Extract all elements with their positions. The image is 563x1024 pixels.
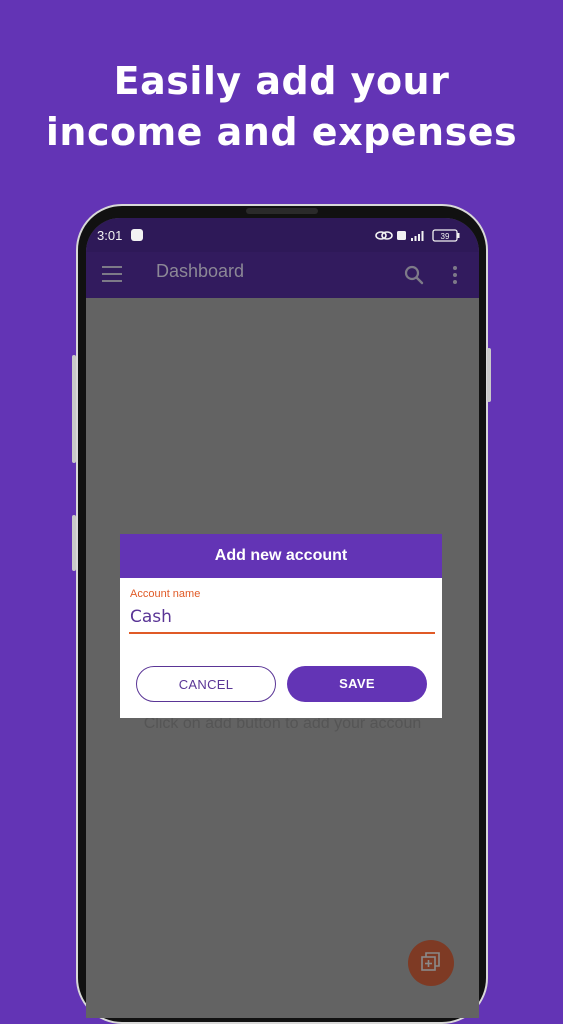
save-button[interactable]: SAVE xyxy=(287,666,427,702)
headline-line-2: income and expenses xyxy=(45,110,518,154)
more-vert-icon[interactable] xyxy=(450,264,460,286)
battery-level: 39 xyxy=(441,232,450,241)
account-name-label: Account name xyxy=(130,588,201,600)
phone-screen: 3:01 39 Dashboard Click on add button to… xyxy=(86,218,479,1018)
status-bar: 3:01 39 xyxy=(86,218,479,252)
signal-icon xyxy=(411,231,424,241)
status-time: 3:01 xyxy=(97,228,123,243)
phone-side-button xyxy=(72,355,76,463)
status-icons: 39 xyxy=(375,229,460,242)
headline-line-1: Easily add your xyxy=(113,59,450,103)
dialog-title: Add new account xyxy=(120,534,442,578)
phone-side-button xyxy=(487,348,491,402)
add-account-fab[interactable] xyxy=(408,940,454,986)
app-bar-title: Dashboard xyxy=(156,261,245,281)
link-icon xyxy=(375,231,393,240)
volte-icon xyxy=(397,231,406,240)
phone-side-button xyxy=(72,515,76,571)
cancel-button[interactable]: CANCEL xyxy=(136,666,276,702)
account-name-input[interactable] xyxy=(129,602,435,634)
phone-speaker xyxy=(246,208,318,214)
notification-icon xyxy=(131,229,143,241)
add-account-icon xyxy=(421,952,440,971)
hamburger-menu-icon[interactable] xyxy=(102,266,122,282)
battery-icon: 39 xyxy=(432,229,460,242)
search-icon[interactable] xyxy=(403,264,425,286)
app-bar: Dashboard xyxy=(86,252,479,298)
add-account-dialog: Add new account Account name CANCEL SAVE xyxy=(120,534,442,718)
